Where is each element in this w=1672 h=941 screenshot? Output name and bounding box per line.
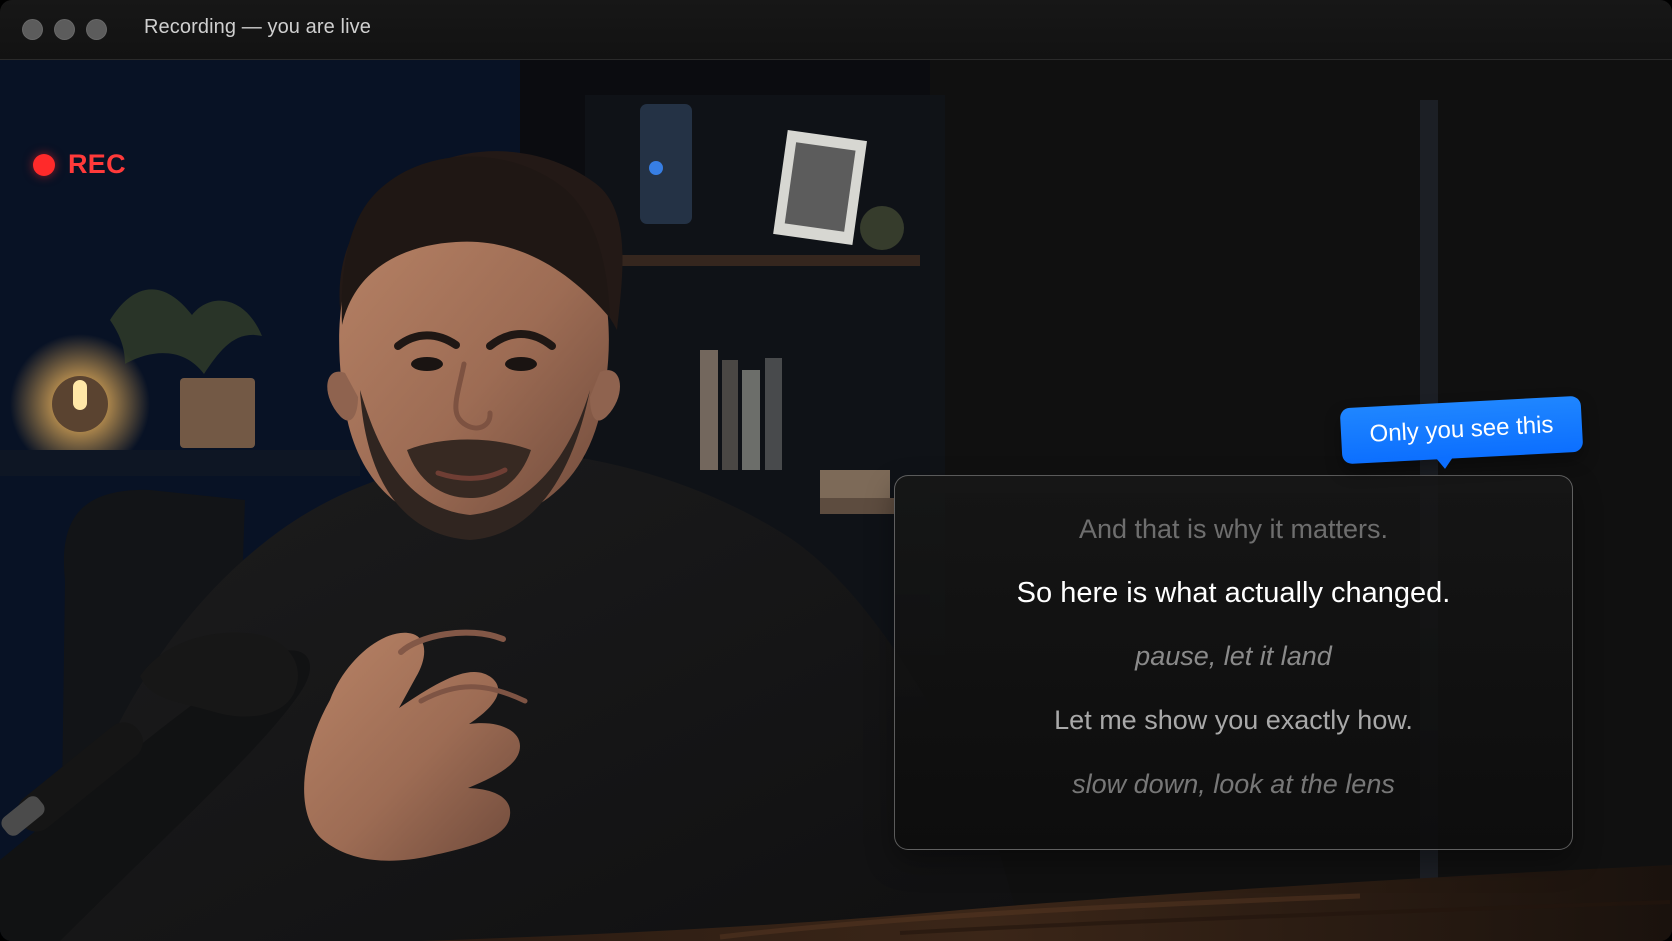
window-titlebar: Recording — you are live — [0, 0, 1672, 60]
window-title: Recording — you are live — [144, 16, 371, 38]
live-video-feed: REC Only you see this And that is why it… — [0, 60, 1672, 941]
delivery-cue-line: pause, let it land — [1135, 641, 1332, 671]
recording-indicator: REC — [33, 149, 126, 180]
next-script-line: Let me show you exactly how. — [1054, 705, 1413, 735]
minimize-window-control[interactable] — [54, 19, 75, 40]
record-dot-icon — [33, 153, 55, 176]
window-controls — [22, 19, 107, 40]
zoom-window-control[interactable] — [86, 19, 107, 40]
close-window-control[interactable] — [22, 19, 43, 40]
previous-script-line: And that is why it matters. — [1078, 514, 1389, 544]
lens-cue-line: slow down, look at the lens — [1072, 769, 1395, 799]
teleprompter-panel[interactable]: And that is why it matters. So here is w… — [894, 475, 1573, 850]
recording-label: REC — [68, 149, 126, 179]
current-script-line: So here is what actually changed. — [1016, 577, 1451, 609]
recording-window: Recording — you are live REC Only you se… — [0, 0, 1672, 941]
